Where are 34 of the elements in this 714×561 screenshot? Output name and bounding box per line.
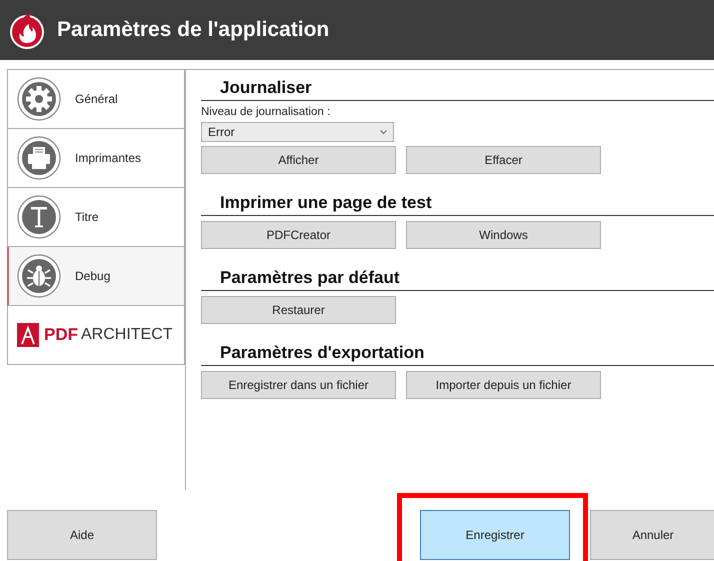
window-title: Paramètres de l'application	[57, 18, 330, 42]
architect-logo-icon	[17, 323, 39, 347]
title-icon	[17, 195, 61, 239]
printer-icon	[17, 136, 61, 180]
action-button[interactable]: Effacer	[406, 146, 601, 174]
action-button[interactable]: Restaurer	[201, 296, 396, 324]
section-heading: Paramètres d'exportation	[201, 343, 714, 366]
action-button[interactable]: PDFCreator	[201, 221, 396, 249]
cancel-button[interactable]: Annuler	[590, 510, 714, 560]
sidebar-item[interactable]: Général	[7, 69, 185, 129]
section-heading: Imprimer une page de test	[201, 193, 714, 216]
sidebar-item-label: Titre	[75, 210, 99, 224]
action-button[interactable]: Windows	[406, 221, 601, 249]
flame-logo-icon	[7, 10, 47, 50]
sidebar-item[interactable]: Imprimantes	[7, 129, 185, 188]
action-button[interactable]: Enregistrer dans un fichier	[201, 371, 396, 399]
gear-icon	[17, 77, 61, 121]
sidebar-item-label: Imprimantes	[75, 151, 142, 165]
section-heading: Journaliser	[201, 78, 714, 101]
chevron-down-icon	[380, 130, 387, 134]
bug-icon	[17, 254, 61, 298]
logo-brand-text: PDF	[44, 325, 78, 345]
action-button[interactable]: Importer depuis un fichier	[406, 371, 601, 399]
sidebar-item[interactable]: Titre	[7, 188, 185, 247]
sidebar-item-label: Général	[75, 92, 118, 106]
log-level-dropdown[interactable]: Error	[201, 122, 394, 142]
sidebar-item[interactable]: Debug	[7, 247, 185, 306]
field-label: Niveau de journalisation :	[201, 106, 332, 118]
save-button[interactable]: Enregistrer	[420, 510, 570, 560]
section-heading: Paramètres par défaut	[201, 268, 714, 291]
help-button[interactable]: Aide	[7, 510, 157, 560]
action-button[interactable]: Afficher	[201, 146, 396, 174]
logo-product-text: ARCHITECT	[81, 326, 173, 344]
sidebar-item-label: Debug	[75, 269, 110, 283]
